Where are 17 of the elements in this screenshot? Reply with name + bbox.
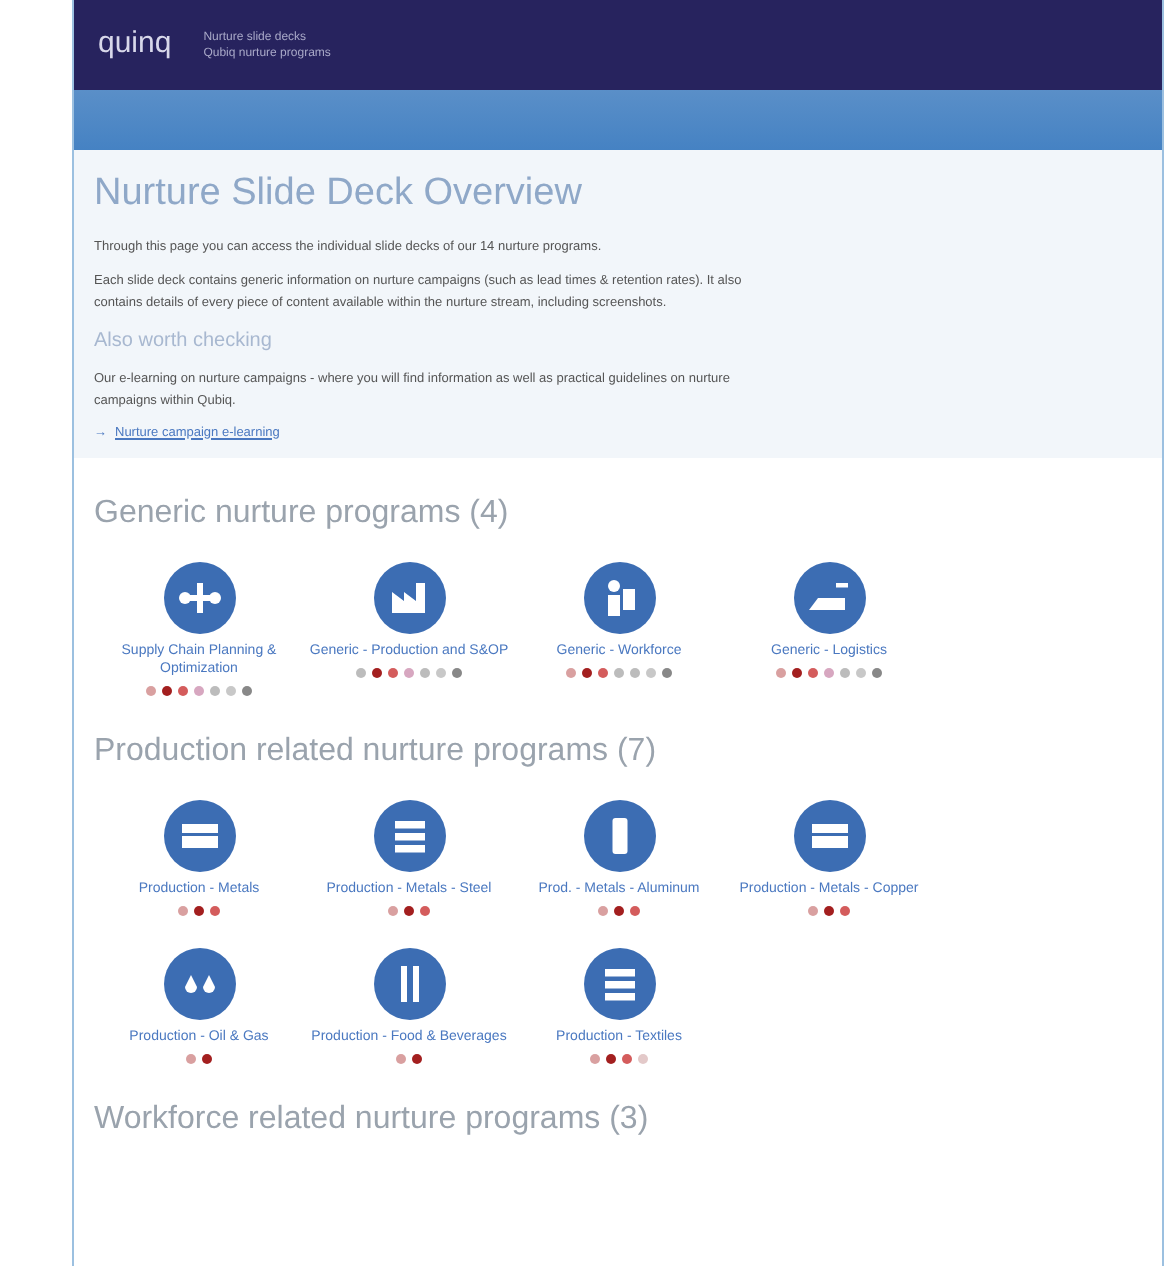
program-icon[interactable] [163,800,235,873]
section-title: Production related nurture programs (7) [94,732,659,773]
program-icon[interactable] [373,800,445,873]
program-icon[interactable] [163,562,235,635]
program-icon[interactable] [793,800,865,873]
program-icon[interactable] [793,562,865,635]
subtitle: Also worth checking [94,327,274,355]
page-title: Nurture Slide Deck Overview [94,170,584,218]
program-icon[interactable] [373,948,445,1021]
program-icon[interactable] [583,948,655,1021]
section-title: Generic nurture programs (4) [94,494,511,535]
program-icon[interactable] [163,948,235,1021]
program-icon[interactable] [373,562,445,635]
section-title: Workforce related nurture programs (3) [94,1100,651,1141]
program-icon[interactable] [583,562,655,635]
logo[interactable]: quinq [98,22,172,68]
program-icon[interactable] [583,800,655,873]
